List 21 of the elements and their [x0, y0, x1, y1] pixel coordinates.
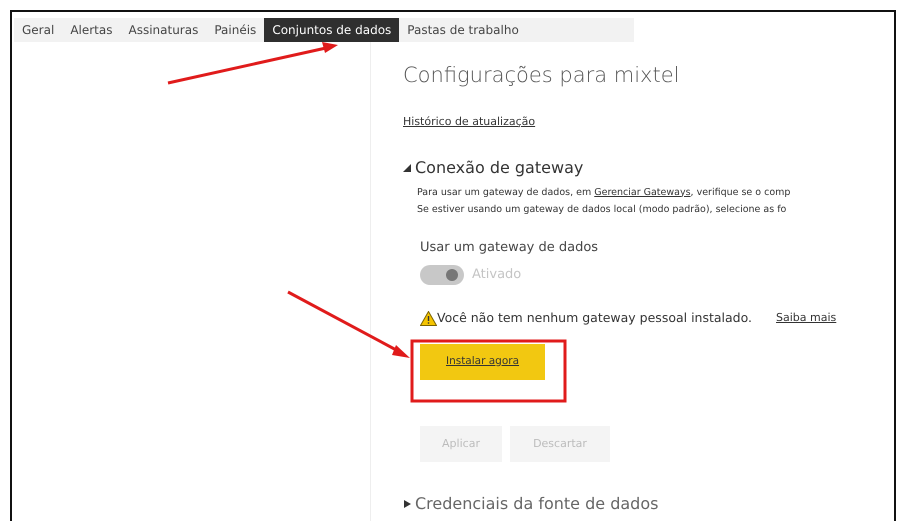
history-link[interactable]: Histórico de atualização [403, 114, 536, 128]
toggle-label: Usar um gateway de dados [420, 238, 600, 256]
tab[interactable]: Assinaturas [120, 18, 206, 42]
warning-icon [420, 310, 437, 326]
saiba-mais-link[interactable]: Saiba mais [776, 310, 836, 327]
description-text: Para usar um gateway de dados, em Gerenciar Gateways, verifique se o comp [416, 186, 792, 200]
gerenciar-link[interactable]: Gerenciar Gateways [594, 186, 691, 198]
section-heading: Credenciais da fonte de dados [415, 492, 658, 515]
description-text: Se estiver usando um gateway de dados local (modo padrão), selecione as fo [416, 202, 788, 216]
install-button[interactable]: Instalar agora [420, 344, 545, 380]
tab[interactable]: Conjuntos de dados [264, 18, 400, 42]
tab[interactable]: Geral [14, 18, 62, 42]
collapse-icon[interactable] [403, 164, 411, 172]
section-heading: Conexão de gateway [415, 156, 584, 178]
tab[interactable]: Painéis [206, 18, 264, 42]
warning-text: Você não tem nenhum gateway pessoal instalado. [437, 309, 752, 327]
page-title: Configurações para mixtel [403, 62, 680, 89]
expand-icon[interactable] [403, 500, 411, 508]
toggle-state: Ativado [472, 266, 522, 284]
tab[interactable]: Alertas [62, 18, 120, 42]
tab[interactable]: Pastas de trabalho [399, 18, 527, 42]
